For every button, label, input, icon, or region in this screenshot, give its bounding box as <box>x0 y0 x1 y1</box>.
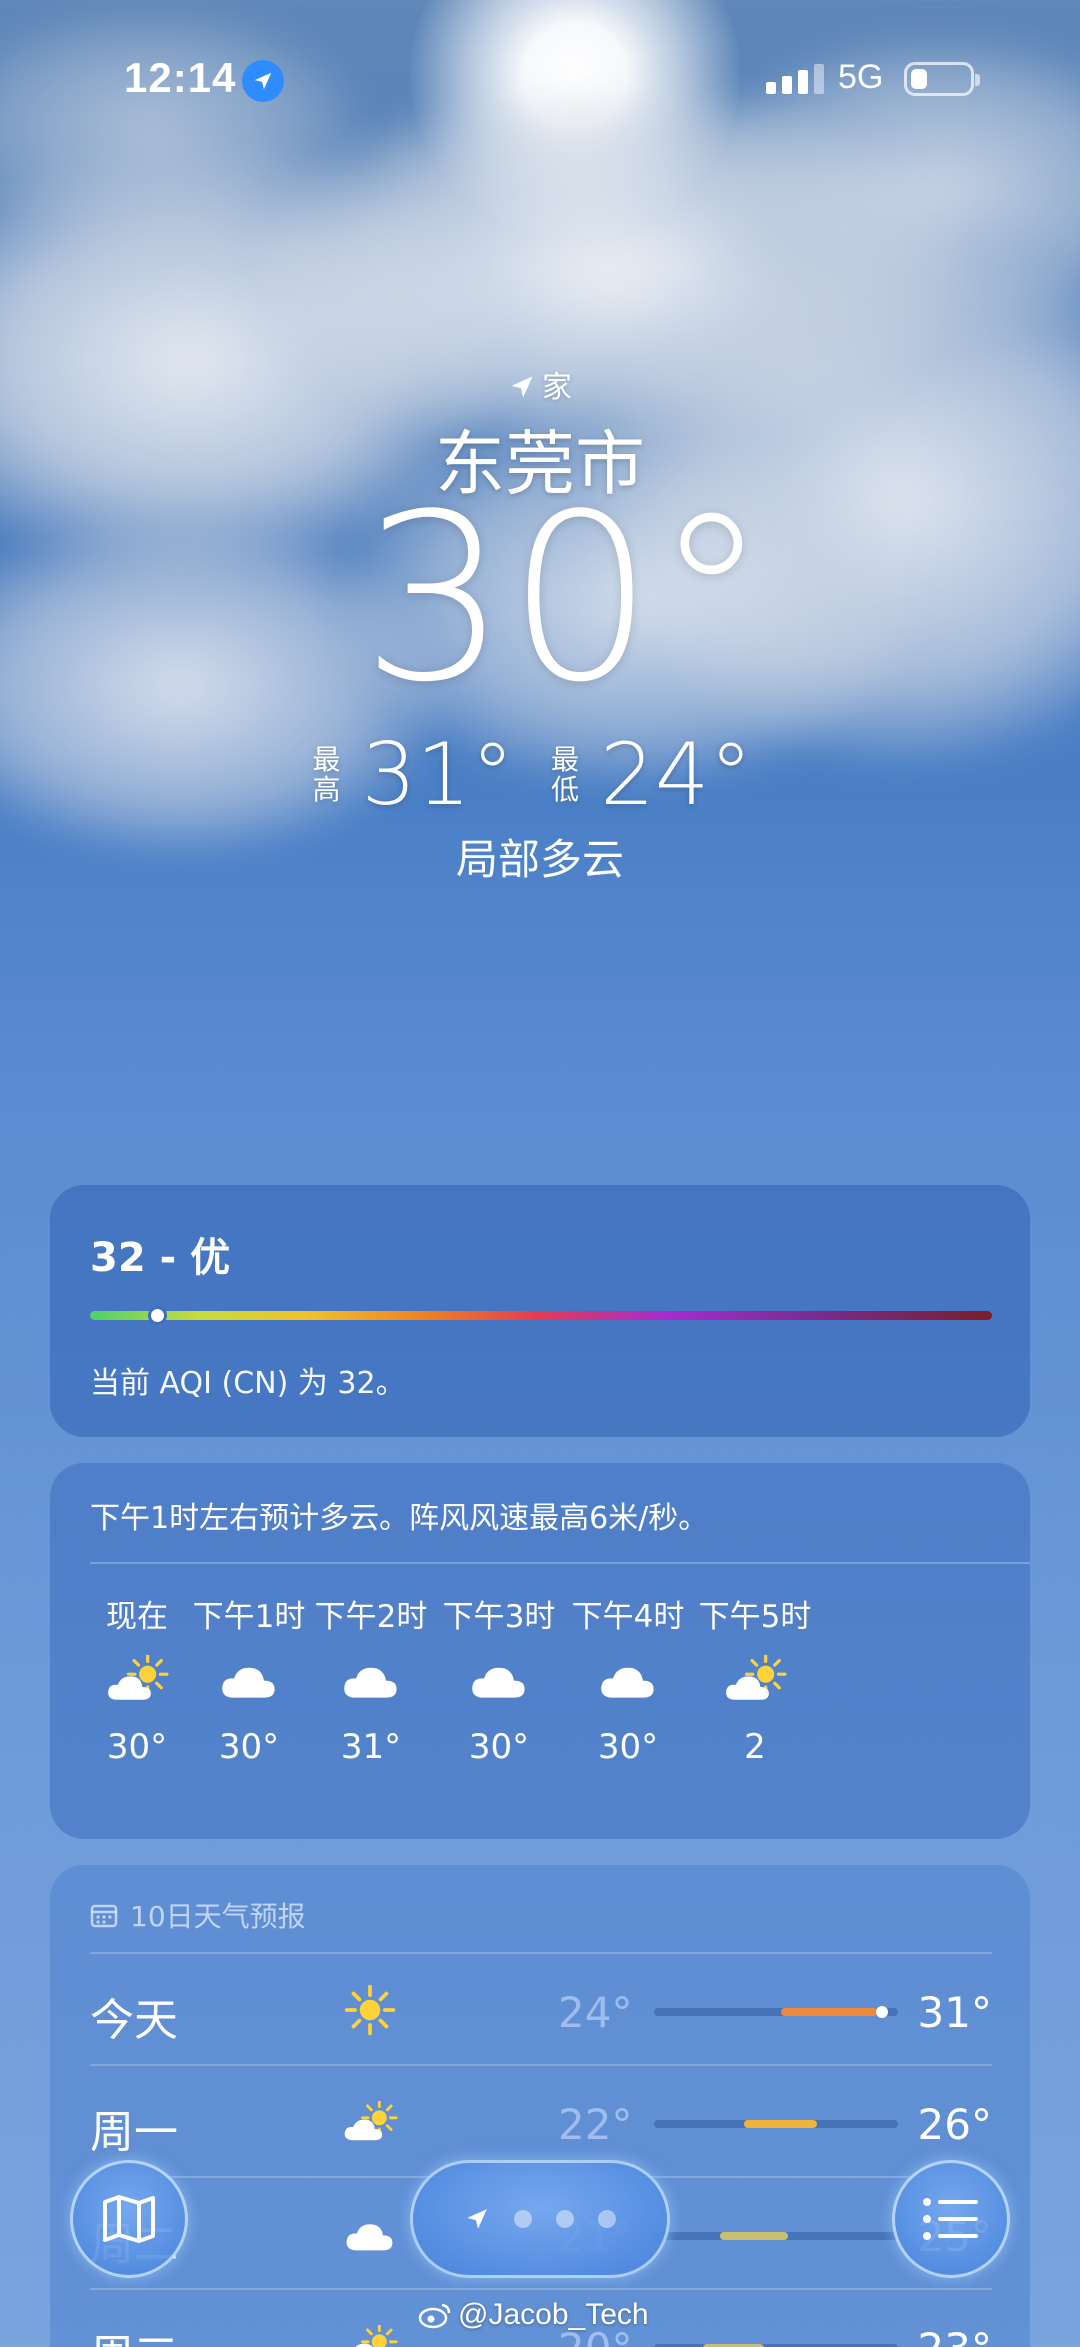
network-type: 5G <box>838 58 884 96</box>
current-temp-marker <box>876 2006 889 2018</box>
temperature-range-bar <box>654 2232 898 2240</box>
daily-row[interactable]: 今天 24° 31° <box>90 1952 992 2064</box>
temperature-range-bar <box>654 2120 898 2128</box>
hour-temperature: 2 <box>744 1727 766 1767</box>
watermark-text: @Jacob_Tech <box>458 2298 649 2331</box>
calendar-icon <box>90 1904 118 1928</box>
location-pager[interactable] <box>410 2160 670 2278</box>
day-name: 今天 <box>90 1995 178 2046</box>
day-high: 31° <box>917 1988 992 2037</box>
location-services-icon <box>242 60 284 102</box>
weather-condition: 局部多云 <box>455 835 624 884</box>
status-bar: 12:14 5G <box>0 0 1080 150</box>
high-label: 最高 <box>312 743 341 806</box>
high-temperature: 31° <box>361 725 514 825</box>
aqi-title: 32 - 优 <box>90 1235 231 1281</box>
low-temperature: 24° <box>600 725 753 825</box>
hour-temperature: 30° <box>468 1727 530 1767</box>
air-quality-card[interactable]: 32 - 优 当前 AQI (CN) 为 32。 <box>50 1185 1030 1437</box>
temperature-range-bar <box>654 2006 898 2018</box>
map-button[interactable] <box>70 2160 188 2278</box>
hour-label: 下午3时 <box>442 1599 556 1635</box>
day-name: 周一 <box>90 2107 178 2158</box>
status-time: 12:14 <box>124 54 237 101</box>
hourly-item: 下午3时 30° <box>424 1591 574 1767</box>
low-label: 最低 <box>550 743 579 806</box>
hourly-item: 下午5时 2 <box>680 1591 830 1767</box>
hour-label: 下午5时 <box>698 1599 812 1635</box>
location-tag: 家 <box>542 370 572 405</box>
ten-day-title: 10日天气预报 <box>130 1900 306 1933</box>
ten-day-header: 10日天气预报 <box>90 1895 306 1935</box>
weibo-icon <box>418 2303 451 2329</box>
day-name: 周三 <box>90 2320 178 2347</box>
temperature-range-fill <box>719 2232 789 2240</box>
day-high: 26° <box>917 2100 992 2149</box>
temperature-range-fill <box>780 2008 879 2016</box>
page-dot <box>514 2210 532 2228</box>
battery-icon <box>904 62 980 96</box>
day-low: 22° <box>558 2100 633 2149</box>
cloud-icon <box>424 1631 574 1727</box>
aqi-description: 当前 AQI (CN) 为 32。 <box>90 1366 406 1401</box>
page-dot <box>598 2210 616 2228</box>
map-icon <box>103 2195 155 2243</box>
partly-sunny-icon <box>680 1631 830 1727</box>
current-temperature: 30° <box>361 466 769 733</box>
location-list-button[interactable] <box>892 2160 1010 2278</box>
cloud-icon <box>340 2204 400 2264</box>
location-label: 家 <box>0 362 1080 406</box>
aqi-indicator <box>148 1306 167 1325</box>
day-low: 24° <box>558 1988 633 2037</box>
high-low-temperatures: 最高 31° 最低 24° <box>0 725 1080 825</box>
hourly-forecast-card[interactable]: 下午1时左右预计多云。阵风风速最高6米/秒。 现在 30° 下午1时 30° 下午2时 3… <box>50 1463 1030 1839</box>
current-location-icon <box>467 2209 487 2229</box>
sun-icon <box>340 1980 400 2040</box>
day-high: 23° <box>918 2324 992 2347</box>
cellular-signal-icon <box>766 64 824 94</box>
divider <box>90 1562 1030 1564</box>
hourly-summary: 下午1时左右预计多云。阵风风速最高6米/秒。 <box>90 1501 709 1536</box>
list-icon <box>923 2198 978 2240</box>
aqi-scale-bar <box>90 1311 992 1320</box>
page-dot <box>556 2210 574 2228</box>
partly-sunny-icon <box>340 2316 400 2347</box>
location-arrow-icon <box>511 376 533 398</box>
partly-sunny-icon <box>340 2092 400 2152</box>
watermark: @Jacob_Tech <box>418 2298 649 2332</box>
temperature-range-fill <box>744 2120 818 2128</box>
